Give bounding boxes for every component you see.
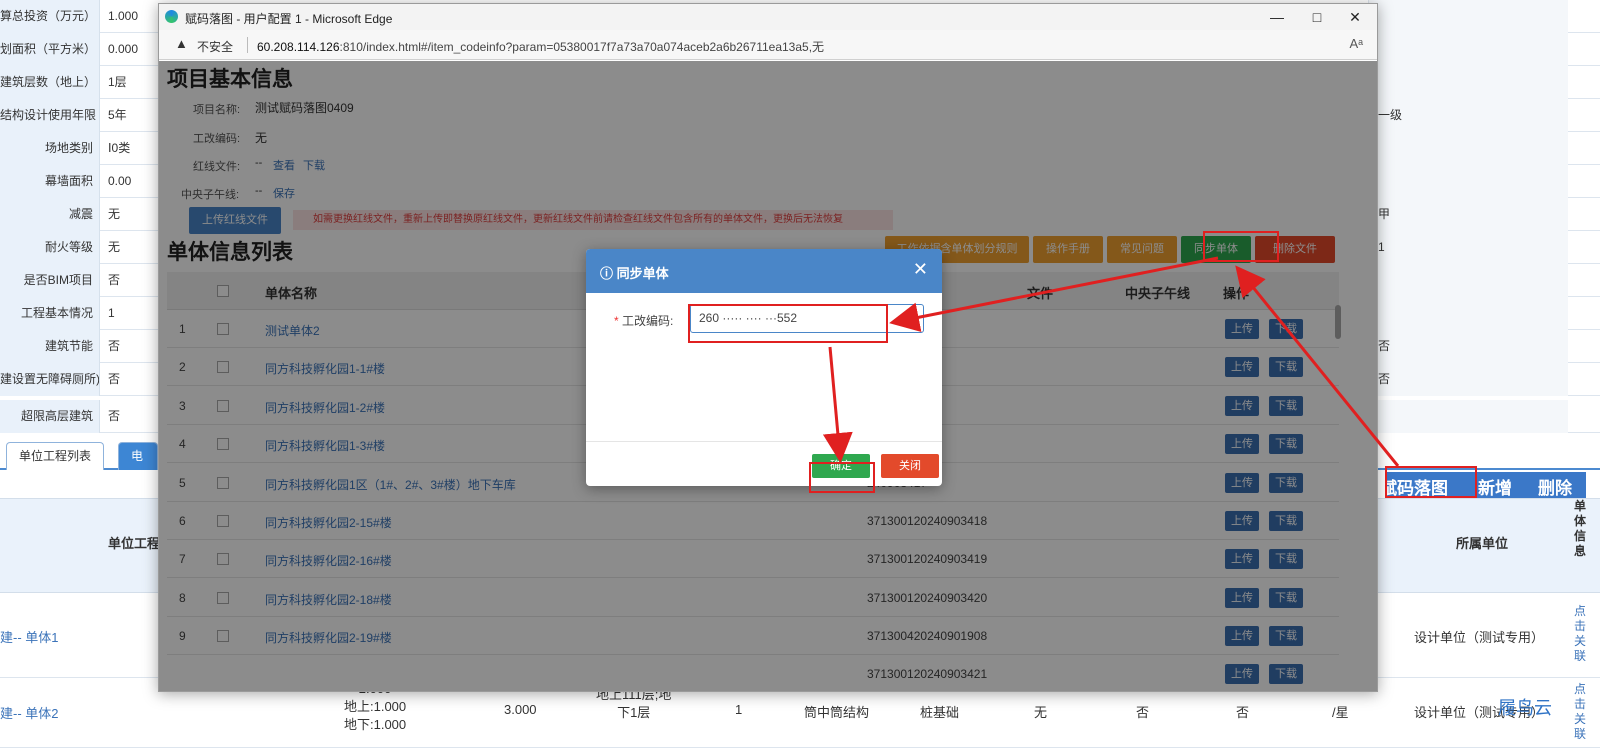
- annotation-arrows: [822, 256, 1400, 467]
